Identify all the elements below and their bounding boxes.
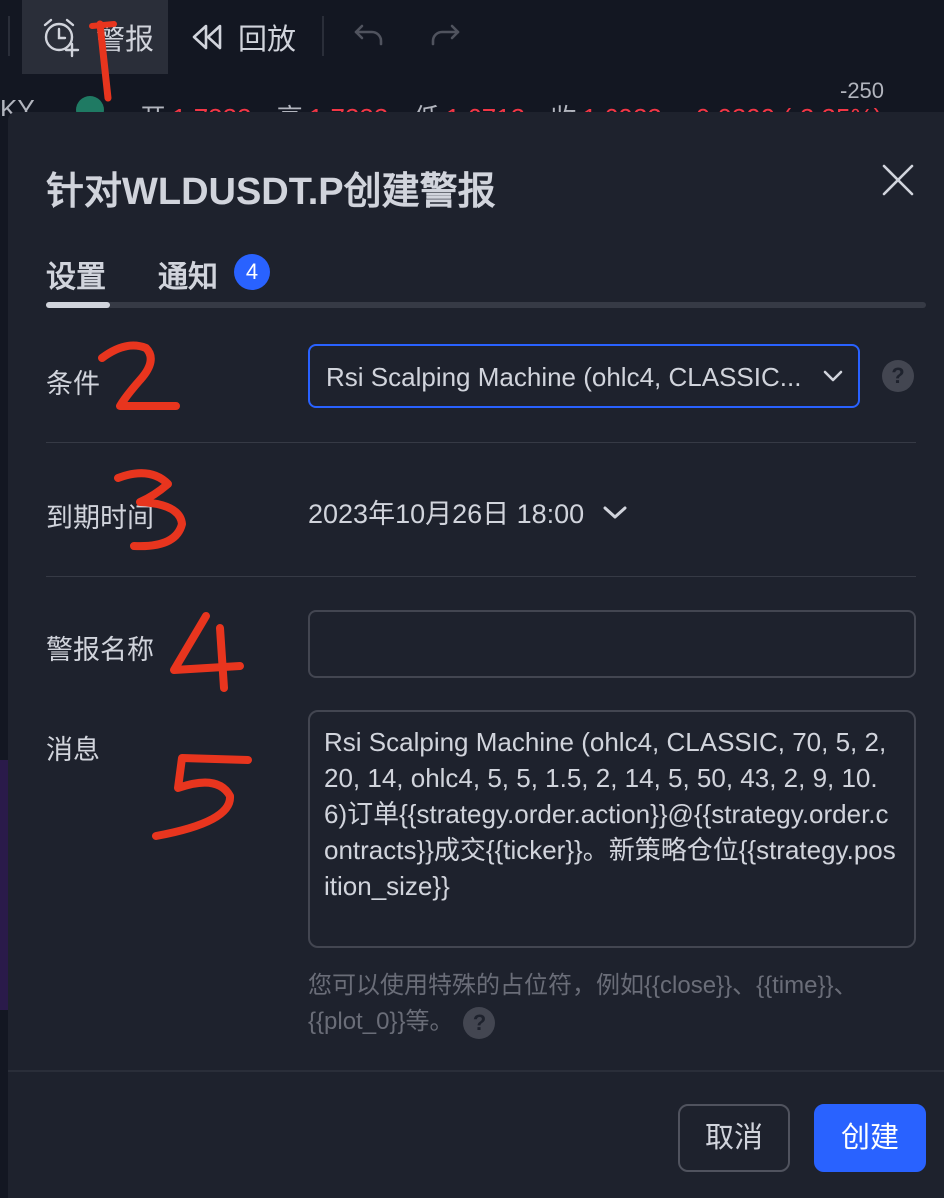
chevron-down-icon xyxy=(823,370,843,382)
replay-button[interactable]: 回放 xyxy=(190,0,296,74)
condition-select-value: Rsi Scalping Machine (ohlc4, CLASSIC... xyxy=(326,362,802,392)
tab-notifications[interactable]: 通知 xyxy=(158,252,218,296)
placeholder-help-icon[interactable]: ? xyxy=(463,1006,496,1039)
redo-icon[interactable] xyxy=(428,20,462,50)
undo-icon[interactable] xyxy=(352,20,386,50)
tab-track xyxy=(46,302,926,308)
footer-divider xyxy=(8,1070,944,1072)
divider xyxy=(46,442,916,443)
divider xyxy=(46,576,916,577)
alert-button[interactable]: 警报 xyxy=(22,0,168,74)
condition-label: 条件 xyxy=(46,369,100,399)
create-button[interactable]: 创建 xyxy=(814,1104,926,1172)
rewind-icon xyxy=(192,24,222,50)
active-tab-indicator xyxy=(46,302,110,308)
toolbar-separator xyxy=(322,16,324,56)
replay-button-label: 回放 xyxy=(238,24,297,56)
expiration-dropdown[interactable]: 2023年10月26日 18:00 xyxy=(308,492,628,531)
chart-ohlc-legend: -250 KY 开1.7333 高1.7333 低1.6712 收1.6923 … xyxy=(0,76,944,116)
alert-name-input[interactable] xyxy=(308,610,916,678)
close-icon[interactable] xyxy=(880,162,916,198)
placeholder-hint: 您可以使用特殊的占位符，例如{{close}}、{{time}}、{{plot_… xyxy=(308,968,920,1040)
alert-name-label: 警报名称 xyxy=(46,635,154,665)
dialog-title: 针对WLDUSDT.P创建警报 xyxy=(46,171,496,213)
notification-count-badge: 4 xyxy=(234,254,270,290)
expiration-value: 2023年10月26日 18:00 xyxy=(308,499,585,529)
cancel-button[interactable]: 取消 xyxy=(678,1104,790,1172)
chart-edge-bar xyxy=(0,760,8,1010)
toolbar-separator xyxy=(8,16,10,56)
expiration-label: 到期时间 xyxy=(46,503,154,533)
top-toolbar: 警报 回放 xyxy=(0,0,944,74)
chevron-down-icon xyxy=(603,506,627,518)
create-alert-dialog: 针对WLDUSDT.P创建警报 设置 通知 4 条件 Rsi Scalping … xyxy=(8,112,944,1198)
message-textarea[interactable]: Rsi Scalping Machine (ohlc4, CLASSIC, 70… xyxy=(308,710,916,948)
message-label: 消息 xyxy=(46,735,100,765)
tab-settings[interactable]: 设置 xyxy=(46,252,106,296)
alarm-clock-plus-icon xyxy=(43,18,80,58)
alert-button-label: 警报 xyxy=(96,24,155,56)
condition-select[interactable]: Rsi Scalping Machine (ohlc4, CLASSIC... xyxy=(308,344,860,408)
placeholder-hint-text: 您可以使用特殊的占位符，例如{{close}}、{{time}}、{{plot_… xyxy=(308,972,858,1035)
condition-help-icon[interactable]: ? xyxy=(882,360,914,392)
